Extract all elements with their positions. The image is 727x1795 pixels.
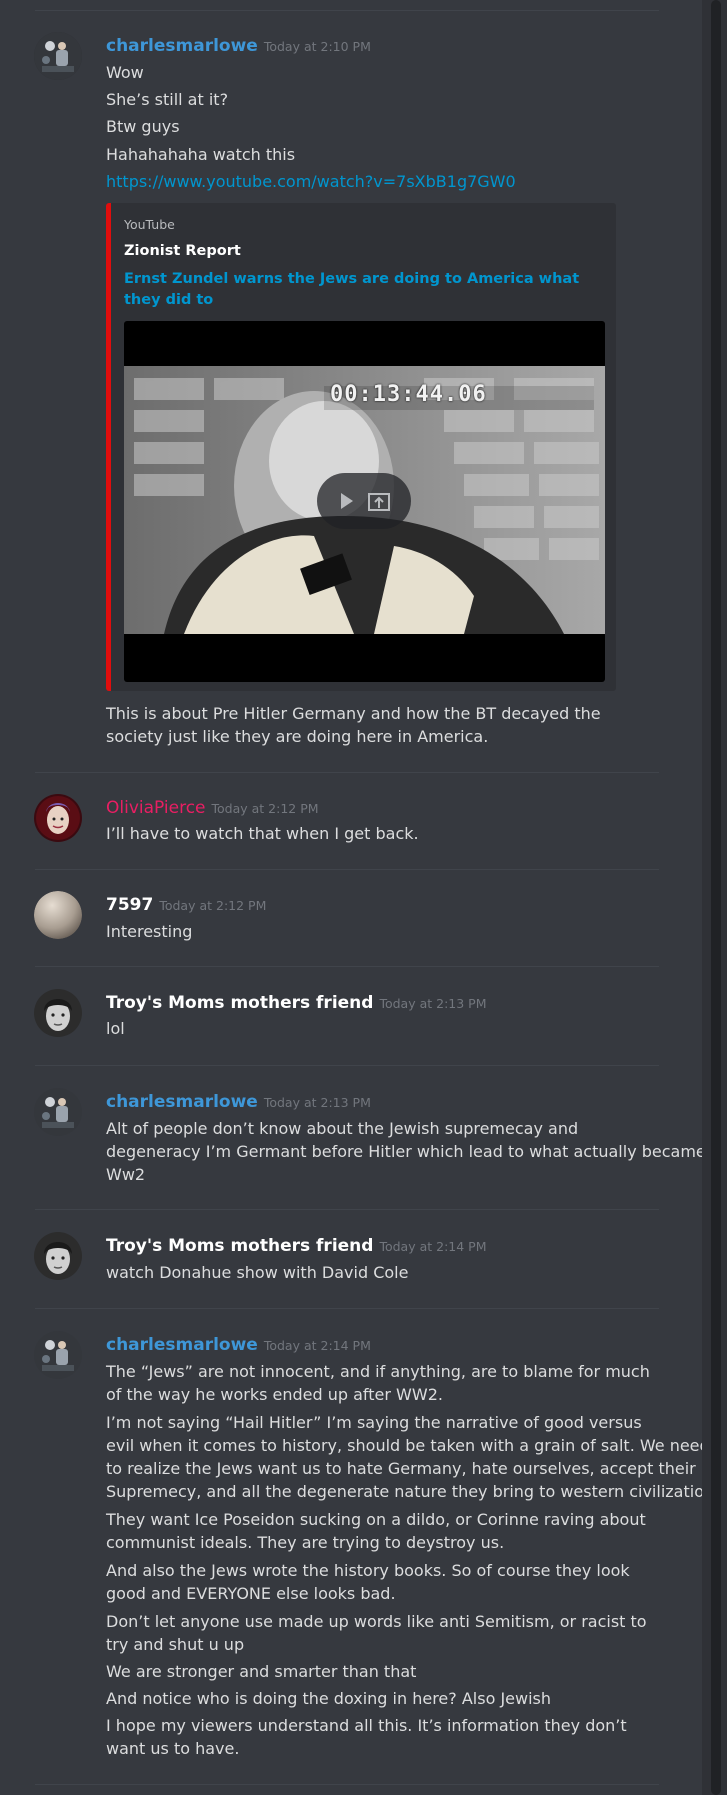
open-external-icon[interactable] <box>367 490 391 516</box>
scrollbar-track[interactable] <box>702 0 727 1795</box>
message-author[interactable]: Troy's Moms mothers friend Today at 2:14 … <box>106 1235 486 1258</box>
author-name[interactable]: OliviaPierce <box>106 798 206 818</box>
video-embed: YouTube Zionist Report Ernst Zundel warn… <box>106 203 616 691</box>
divider <box>35 1784 659 1785</box>
message-line: society just like they are doing here in… <box>106 727 489 746</box>
avatar[interactable] <box>34 1232 82 1280</box>
message-line: This is about Pre Hitler Germany and how… <box>106 704 601 723</box>
message-line: of the way he works ended up after WW2. <box>106 1385 443 1404</box>
timestamp: Today at 2:13 PM <box>263 1095 371 1110</box>
message-line: good and EVERYONE else looks bad. <box>106 1584 396 1603</box>
divider <box>35 1308 659 1309</box>
timestamp: Today at 2:14 PM <box>379 1239 487 1254</box>
message-line: lol <box>106 1019 125 1038</box>
message-line: Supremecy, and all the degenerate nature… <box>106 1482 715 1501</box>
avatar[interactable] <box>34 1331 82 1379</box>
author-name[interactable]: charlesmarlowe <box>106 1335 258 1355</box>
message-line: The “Jews” are not innocent, and if anyt… <box>106 1362 650 1381</box>
youtube-link[interactable]: https://www.youtube.com/watch?v=7sXbB1g7… <box>106 170 516 193</box>
message-line: try and shut u up <box>106 1635 245 1654</box>
message-line: degeneracy I’m Germant before Hitler whi… <box>106 1142 706 1161</box>
message-line: And notice who is doing the doxing in he… <box>106 1689 552 1708</box>
message-author[interactable]: charlesmarlowe Today at 2:14 PM <box>106 1334 371 1357</box>
author-name[interactable]: charlesmarlowe <box>106 36 258 56</box>
author-name[interactable]: Troy's Moms mothers friend <box>106 1236 373 1256</box>
timestamp: Today at 2:12 PM <box>159 898 267 913</box>
timestamp: Today at 2:14 PM <box>263 1338 371 1353</box>
video-controls[interactable] <box>317 473 411 529</box>
message-author[interactable]: Troy's Moms mothers friend Today at 2:13 … <box>106 992 486 1015</box>
message-author[interactable]: 7597 Today at 2:12 PM <box>106 894 266 917</box>
play-icon[interactable] <box>339 491 355 515</box>
message-line: I’m not saying “Hail Hitler” I’m saying … <box>106 1413 642 1432</box>
message-line: Btw guys <box>106 117 180 136</box>
message-line: want us to have. <box>106 1739 240 1758</box>
message-line: Wow <box>106 63 144 82</box>
message-line: We are stronger and smarter than that <box>106 1662 417 1681</box>
embed-author[interactable]: Zionist Report <box>124 243 241 259</box>
message-line: She’s still at it? <box>106 90 229 109</box>
message-line: Hahahahaha watch this <box>106 145 296 164</box>
timestamp: Today at 2:13 PM <box>379 996 487 1011</box>
message-line: watch Donahue show with David Cole <box>106 1263 409 1282</box>
avatar[interactable] <box>34 794 82 842</box>
video-timecode: 00:13:44.06 <box>330 382 487 407</box>
message-line: evil when it comes to history, should be… <box>106 1436 710 1455</box>
author-name[interactable]: charlesmarlowe <box>106 1092 258 1112</box>
embed-title-line[interactable]: Ernst Zundel warns the Jews are doing to… <box>124 269 604 311</box>
divider <box>35 772 659 773</box>
message-line: They want Ice Poseidon sucking on a dild… <box>106 1510 646 1529</box>
message-line: I’ll have to watch that when I get back. <box>106 824 419 843</box>
message-line: Don’t let anyone use made up words like … <box>106 1612 647 1631</box>
message-line: Interesting <box>106 922 193 941</box>
message-line: I hope my viewers understand all this. I… <box>106 1716 627 1735</box>
message-line: Ww2 <box>106 1165 146 1184</box>
embed-provider[interactable]: YouTube <box>124 217 175 232</box>
divider <box>35 10 659 11</box>
message-author[interactable]: charlesmarlowe Today at 2:13 PM <box>106 1091 371 1114</box>
avatar[interactable] <box>34 32 82 80</box>
author-name[interactable]: 7597 <box>106 895 153 915</box>
divider <box>35 869 659 870</box>
avatar[interactable] <box>34 891 82 939</box>
timestamp: Today at 2:12 PM <box>211 801 319 816</box>
message-line: Alt of people don’t know about the Jewis… <box>106 1119 579 1138</box>
message-line: communist ideals. They are trying to dey… <box>106 1533 505 1552</box>
video-player[interactable]: 00:13:44.06 <box>124 321 605 682</box>
message-line: to realize the Jews want us to hate Germ… <box>106 1459 696 1478</box>
avatar[interactable] <box>34 1088 82 1136</box>
divider <box>35 1209 659 1210</box>
divider <box>35 1065 659 1066</box>
author-name[interactable]: Troy's Moms mothers friend <box>106 993 373 1013</box>
message-author[interactable]: charlesmarlowe Today at 2:10 PM <box>106 35 371 58</box>
timestamp: Today at 2:10 PM <box>263 39 371 54</box>
scrollbar-thumb[interactable] <box>711 0 721 1795</box>
message-line: And also the Jews wrote the history book… <box>106 1561 630 1580</box>
avatar[interactable] <box>34 989 82 1037</box>
message-author[interactable]: OliviaPierce Today at 2:12 PM <box>106 797 319 820</box>
divider <box>35 966 659 967</box>
